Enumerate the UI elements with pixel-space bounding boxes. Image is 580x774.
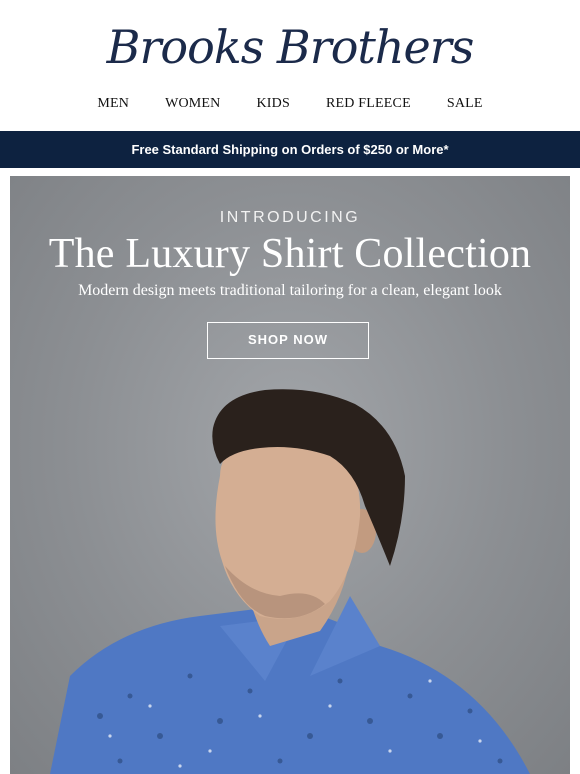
- hero-headline: The Luxury Shirt Collection: [48, 231, 532, 277]
- nav-item-sale[interactable]: SALE: [429, 86, 501, 126]
- promo-bar[interactable]: Free Standard Shipping on Orders of $250…: [0, 131, 580, 168]
- brand-logo-text: Brooks Brothers: [106, 20, 475, 74]
- hero-eyebrow: INTRODUCING: [219, 209, 361, 226]
- hero-banner[interactable]: INTRODUCING The Luxury Shirt Collection …: [10, 176, 570, 774]
- nav-item-women[interactable]: WOMEN: [147, 86, 238, 126]
- hero-subhead: Modern design meets traditional tailorin…: [78, 282, 502, 299]
- brand-logo[interactable]: Brooks Brothers: [0, 20, 580, 74]
- nav-item-kids[interactable]: KIDS: [239, 86, 308, 126]
- nav-item-red-fleece[interactable]: RED FLEECE: [308, 86, 429, 126]
- nav-item-men[interactable]: MEN: [79, 86, 147, 126]
- main-nav: MEN WOMEN KIDS RED FLEECE SALE: [0, 86, 580, 126]
- shop-now-button[interactable]: SHOP NOW: [207, 322, 369, 359]
- header: Brooks Brothers: [0, 0, 580, 86]
